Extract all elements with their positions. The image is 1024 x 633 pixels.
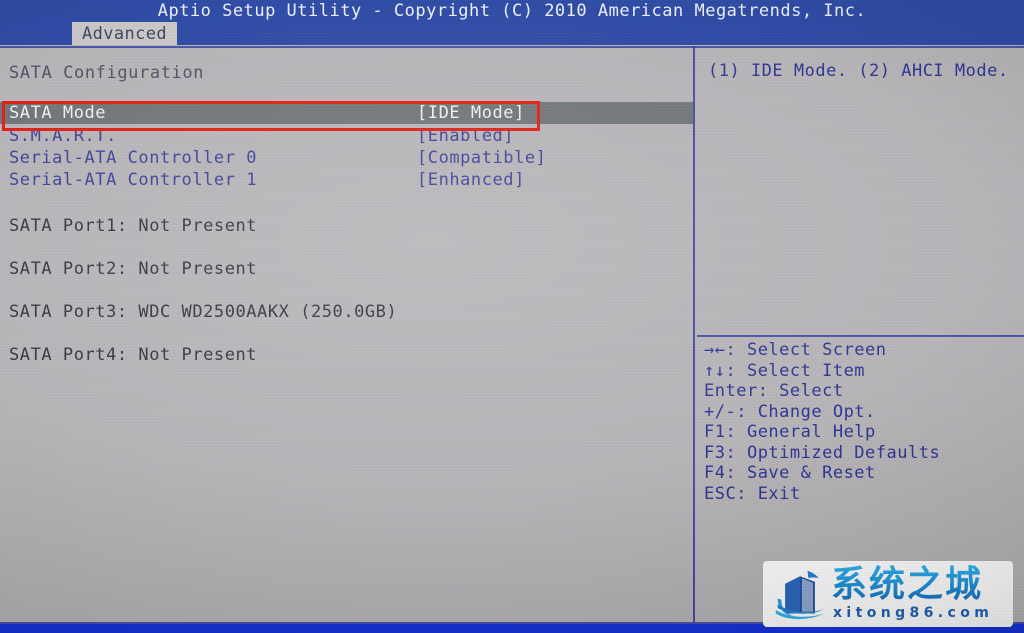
key-legend-row-exit: ESC: Exit: [704, 484, 1022, 505]
setting-value[interactable]: [Enhanced]: [417, 169, 525, 191]
key-legend-row-general-help: F1: General Help: [704, 422, 1022, 443]
sata-port-info-3: SATA Port3: WDC WD2500AAKX (250.0GB): [9, 302, 398, 322]
plus-minus-key-label: +/-: [704, 401, 737, 422]
f3-key-label: F3: [704, 442, 726, 463]
key-legend-row-save-reset: F4: Save & Reset: [704, 463, 1022, 484]
arrow-ud-icon: ↑↓: [704, 360, 726, 381]
key-legend-text: : Select Item: [725, 360, 866, 381]
help-legend-divider: [697, 335, 1024, 337]
help-description: (1) IDE Mode. (2) AHCI Mode.: [708, 61, 1009, 81]
key-legend-text: : Select: [757, 381, 844, 401]
key-legend-row-select-screen: →←: Select Screen: [704, 340, 1022, 361]
setting-value[interactable]: [Enabled]: [417, 125, 514, 147]
sata-port-info-4: SATA Port4: Not Present: [9, 345, 258, 365]
setting-value[interactable]: [Compatible]: [417, 147, 546, 169]
utility-title: Aptio Setup Utility - Copyright (C) 2010…: [0, 0, 1024, 22]
key-legend-text: : Change Opt.: [736, 401, 876, 422]
setting-label: Serial-ATA Controller 1: [9, 170, 258, 190]
setting-row-serial-ata-controller-0[interactable]: Serial-ATA Controller 0 [Compatible]: [0, 147, 693, 169]
f4-key-label: F4: [704, 463, 726, 483]
key-legend-row-select-item: ↑↓: Select Item: [704, 361, 1022, 382]
watermark-brand-cn: 系统之城: [831, 564, 984, 605]
content-top-divider: [0, 46, 1024, 48]
settings-pane: SATA Configuration SATA Mode [IDE Mode] …: [0, 47, 693, 622]
key-legend-text: : Optimized Defaults: [725, 442, 941, 463]
key-legend: →←: Select Screen ↑↓: Select Item Enter:…: [704, 340, 1022, 504]
setting-label: S.M.A.R.T.: [9, 126, 117, 146]
key-legend-row-optimized-defaults: F3: Optimized Defaults: [704, 443, 1022, 464]
sata-port-info-1: SATA Port1: Not Present: [9, 216, 258, 236]
watermark-brand-en: xitong86.com: [833, 605, 994, 621]
site-watermark: 系统之城 xitong86.com: [763, 561, 1013, 627]
setting-row-serial-ata-controller-1[interactable]: Serial-ATA Controller 1 [Enhanced]: [0, 169, 693, 191]
menu-tab-strip: Advanced: [0, 22, 1024, 45]
pane-vertical-divider: [693, 46, 695, 622]
tab-advanced[interactable]: Advanced: [72, 22, 177, 45]
key-legend-row-enter: Enter: Select: [704, 381, 1022, 402]
key-legend-text: : Select Screen: [725, 340, 887, 360]
f1-key-label: F1: [704, 422, 726, 442]
arrow-lr-icon: →←: [704, 340, 726, 360]
esc-key-label: ESC: [704, 483, 737, 504]
enter-key-label: Enter: [704, 381, 758, 401]
setting-row-smart[interactable]: S.M.A.R.T. [Enabled]: [0, 125, 693, 147]
setting-value[interactable]: [IDE Mode]: [417, 102, 525, 124]
setting-label: SATA Mode: [9, 103, 107, 123]
xitong86-logo-icon: [775, 570, 825, 620]
key-legend-text: : Save & Reset: [725, 463, 876, 483]
bios-setup-screen: Aptio Setup Utility - Copyright (C) 2010…: [0, 0, 1024, 633]
setting-row-sata-mode[interactable]: SATA Mode [IDE Mode]: [0, 102, 693, 124]
sata-port-info-2: SATA Port2: Not Present: [9, 259, 258, 279]
key-legend-row-change-opt: +/-: Change Opt.: [704, 402, 1022, 423]
key-legend-text: : Exit: [736, 483, 801, 504]
key-legend-text: : General Help: [725, 422, 876, 442]
setting-label: Serial-ATA Controller 0: [9, 148, 258, 168]
page-title: SATA Configuration: [9, 63, 205, 83]
